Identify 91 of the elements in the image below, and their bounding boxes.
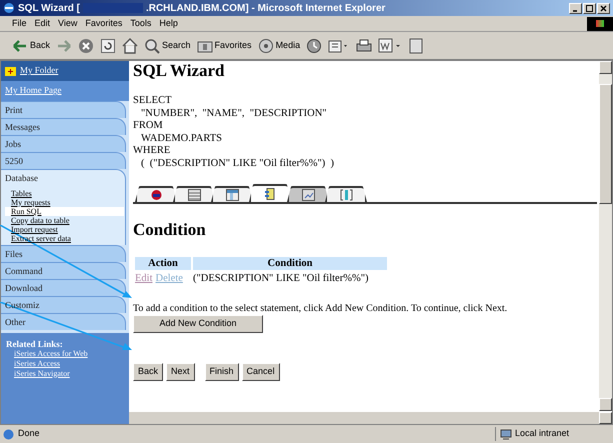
- media-icon: [258, 38, 274, 54]
- nav-button[interactable]: Finish: [204, 363, 239, 381]
- sidebar-tab[interactable]: 5250: [1, 152, 126, 169]
- braces-icon: [340, 189, 352, 201]
- printer-icon[interactable]: [356, 38, 372, 54]
- sidebar-tab-label: Customiz: [5, 300, 40, 310]
- stop-icon[interactable]: [78, 38, 94, 54]
- sidebar-tab-label: Messages: [5, 122, 40, 132]
- chart-window-icon: [302, 189, 314, 201]
- sidebar-tab[interactable]: Print: [1, 101, 126, 118]
- filter-list-icon: [264, 188, 276, 200]
- folder-icon: [5, 66, 16, 76]
- wizard-tab[interactable]: [135, 186, 177, 202]
- sidebar-tab-label: Files: [5, 248, 23, 258]
- back-arrow-icon: [12, 38, 28, 54]
- menu-item[interactable]: File: [12, 16, 27, 30]
- menu-item[interactable]: Tools: [130, 16, 152, 30]
- windows-logo-icon: [587, 16, 613, 30]
- maximize-icon: [586, 4, 593, 12]
- wizard-tab[interactable]: [325, 186, 367, 202]
- nav-button[interactable]: Next: [166, 363, 195, 381]
- window-title: .RCHLAND.IBM.COM] - Microsoft Internet Explorer: [146, 2, 386, 16]
- sidebar-tab[interactable]: Messages: [1, 118, 126, 135]
- sql-clause: WADEMO.PARTS: [140, 132, 222, 145]
- menu-item[interactable]: Edit: [34, 16, 50, 30]
- nav-button[interactable]: Back: [133, 363, 164, 381]
- sidebar-link[interactable]: Copy data to table: [5, 216, 124, 224]
- close-icon: [600, 4, 607, 12]
- toolbar-button[interactable]: Media: [258, 38, 300, 54]
- menu-item[interactable]: Favorites: [85, 16, 122, 30]
- wizard-tab[interactable]: [249, 184, 291, 202]
- sidebar-tab-label: Other: [5, 316, 26, 326]
- search-icon: [144, 38, 160, 54]
- sidebar-tab[interactable]: Files: [1, 244, 126, 262]
- horizontal-scrollbar[interactable]: [129, 411, 612, 424]
- column-header: Condition: [193, 257, 387, 270]
- table-icon: [188, 189, 200, 201]
- network-icon: [500, 428, 512, 440]
- wizard-tab[interactable]: [211, 186, 253, 202]
- instruction-text: To add a condition to the select statement, click Add New Condition. To continue, click Next.: [133, 303, 508, 315]
- table-cell-text: ("DESCRIPTION" LIKE "Oil filter%%"): [193, 272, 370, 285]
- menu-item[interactable]: View: [58, 16, 78, 30]
- menu-item[interactable]: Help: [159, 16, 178, 30]
- page-icon: [3, 428, 14, 440]
- window-title: SQL Wizard [: [18, 2, 80, 16]
- sql-keyword: FROM: [133, 120, 163, 132]
- page-title: SQL Wizard: [133, 61, 226, 81]
- history-icon[interactable]: [306, 38, 322, 54]
- close-button[interactable]: [597, 2, 610, 14]
- nav-button[interactable]: Cancel: [242, 363, 280, 381]
- sidebar-tab-label: Download: [5, 282, 42, 292]
- discuss-icon[interactable]: [408, 38, 424, 54]
- sidebar-tab[interactable]: Other: [1, 312, 126, 330]
- sidebar-link[interactable]: Run SQL: [5, 206, 124, 216]
- vertical-scrollbar[interactable]: [599, 61, 612, 411]
- sidebar-tab[interactable]: Command: [1, 262, 126, 278]
- related-links-heading: Related Links:: [6, 338, 64, 348]
- browser-logo-icon: [3, 2, 15, 14]
- toolbar-button[interactable]: Search: [144, 38, 191, 54]
- sidebar-tab-label: Jobs: [5, 139, 22, 149]
- status-text: Done: [18, 427, 40, 440]
- sql-keyword: SELECT: [133, 95, 172, 108]
- sidebar-link[interactable]: My requests: [5, 198, 124, 206]
- column-header: Action: [135, 257, 191, 270]
- sidebar-link[interactable]: Import request: [5, 224, 124, 234]
- maximize-button[interactable]: [583, 2, 596, 14]
- home-icon[interactable]: [122, 38, 138, 54]
- minimize-button[interactable]: [569, 2, 582, 14]
- refresh-icon[interactable]: [100, 38, 116, 54]
- sidebar-tab-label: 5250: [5, 156, 23, 166]
- toolbar-button[interactable]: Favorites: [196, 38, 252, 54]
- section-heading: Condition: [133, 220, 207, 240]
- document-edit-icon[interactable]: [378, 38, 402, 54]
- sidebar-tab-label: Database: [5, 173, 38, 183]
- related-link[interactable]: iSeries Access for Web: [6, 348, 124, 358]
- zone-text: Local intranet: [515, 427, 570, 440]
- sidebar-link[interactable]: Tables: [5, 188, 124, 198]
- wizard-tab[interactable]: [173, 186, 215, 202]
- sidebar-tab-label: Print: [5, 105, 23, 115]
- column-table-icon: [226, 189, 238, 201]
- sql-clause: "NUMBER", "NAME", "DESCRIPTION": [140, 108, 327, 120]
- sidebar-tab-label: Command: [5, 266, 42, 276]
- related-link[interactable]: iSeries Navigator: [6, 368, 124, 378]
- add-condition-button[interactable]: Add New Condition: [133, 315, 263, 333]
- sidebar-tab[interactable]: Download: [1, 278, 126, 296]
- sql-clause: ( ("DESCRIPTION" LIKE "Oil filter%%") ): [140, 158, 334, 170]
- sql-keyword: WHERE: [133, 145, 170, 158]
- sidebar-tab[interactable]: Jobs: [1, 135, 126, 152]
- toolbar-button[interactable]: Back: [12, 38, 50, 54]
- sidebar-tab[interactable]: Customiz: [1, 296, 126, 312]
- related-link[interactable]: iSeries Access: [6, 358, 124, 368]
